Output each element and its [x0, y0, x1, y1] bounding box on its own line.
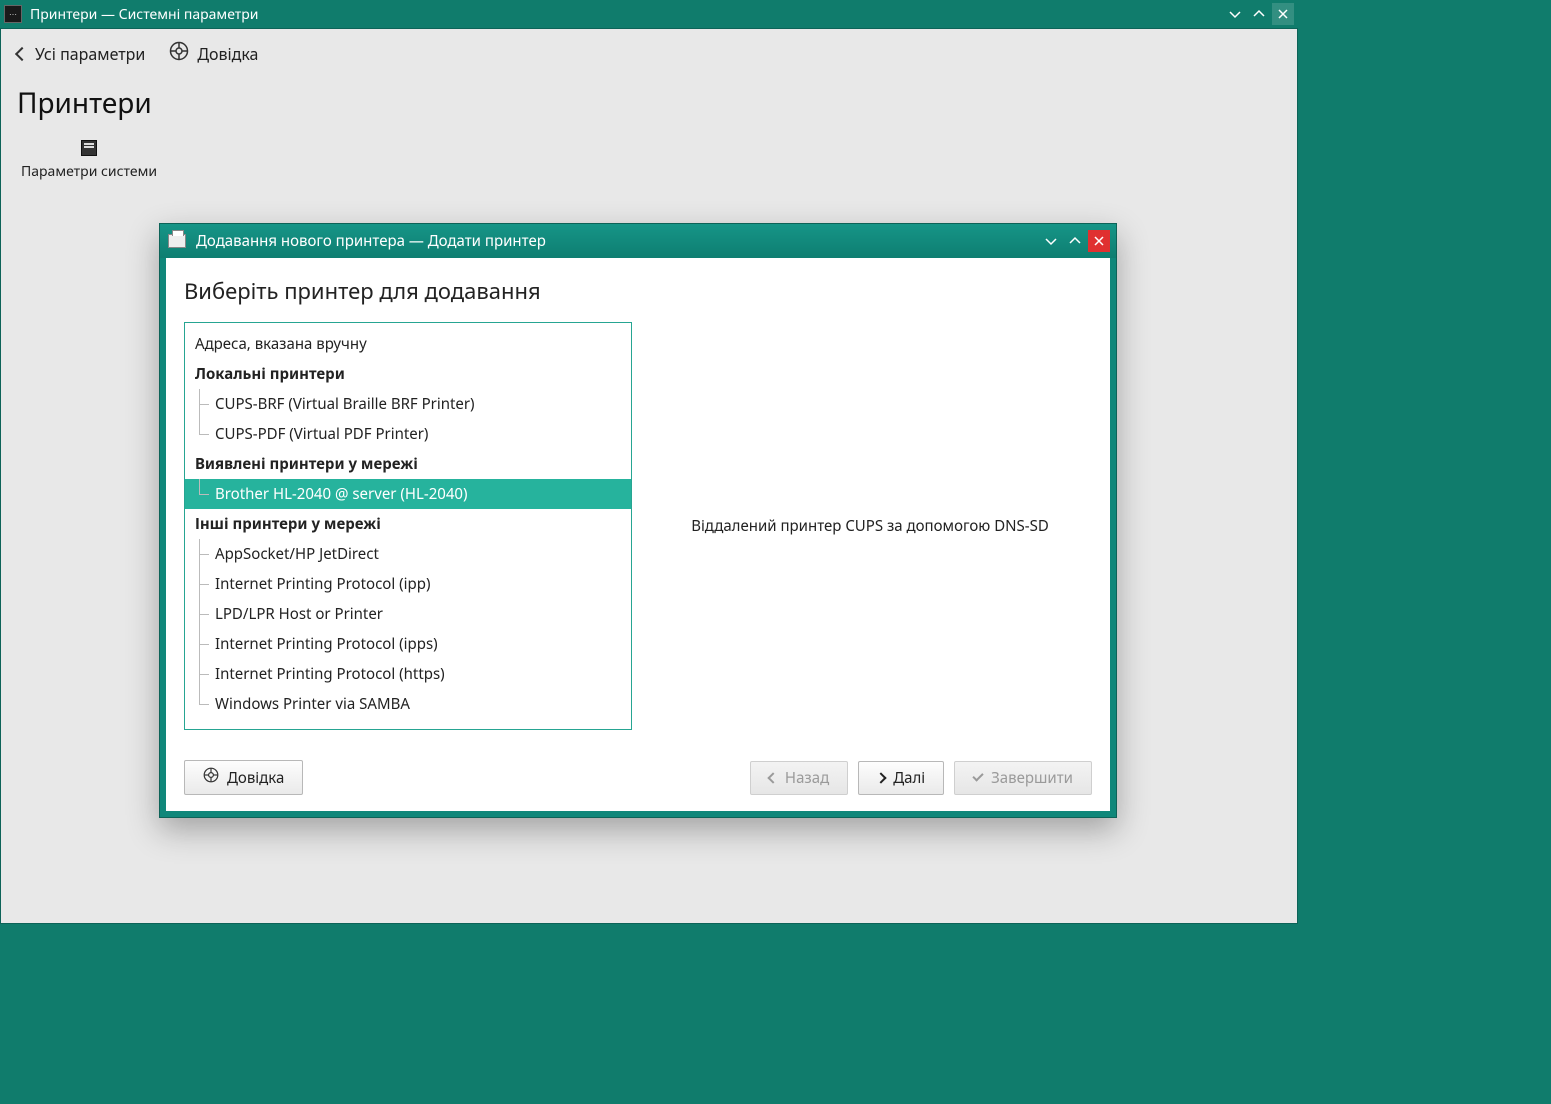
- kcm-label: Параметри системи: [21, 162, 157, 181]
- dialog-titlebar[interactable]: Додавання нового принтера — Додати принт…: [160, 224, 1116, 258]
- tree-category-local[interactable]: Локальні принтери: [185, 359, 631, 389]
- dialog-title: Додавання нового принтера — Додати принт…: [196, 231, 546, 251]
- tree-item-samba[interactable]: Windows Printer via SAMBA: [185, 689, 631, 719]
- back-button-label: Назад: [785, 768, 829, 788]
- tree-item-https[interactable]: Internet Printing Protocol (https): [185, 659, 631, 689]
- detail-text: Віддалений принтер CUPS за допомогою DNS…: [691, 516, 1049, 536]
- dialog-maximize-button[interactable]: [1064, 230, 1086, 252]
- tree-item-ipps[interactable]: Internet Printing Protocol (ipps): [185, 629, 631, 659]
- dialog-close-button[interactable]: [1088, 230, 1110, 252]
- maximize-button[interactable]: [1248, 3, 1270, 25]
- finish-button: Завершити: [954, 761, 1092, 795]
- kcm-module-icon[interactable]: Параметри системи: [1, 132, 177, 189]
- minimize-button[interactable]: [1224, 3, 1246, 25]
- toolbar: Усі параметри Довідка: [1, 29, 1297, 70]
- help-icon: [169, 41, 189, 66]
- tree-item-cups-brf[interactable]: CUPS-BRF (Virtual Braille BRF Printer): [185, 389, 631, 419]
- tree-item-ipp[interactable]: Internet Printing Protocol (ipp): [185, 569, 631, 599]
- page-title: Принтери: [1, 70, 1297, 132]
- close-button[interactable]: [1272, 3, 1294, 25]
- settings-icon: [81, 140, 97, 156]
- tree-item-lpd[interactable]: LPD/LPR Host or Printer: [185, 599, 631, 629]
- printer-tree[interactable]: Адреса, вказана вручну Локальні принтери…: [184, 322, 632, 730]
- app-icon: ⋯: [4, 5, 22, 23]
- main-window-title: Принтери — Системні параметри: [30, 5, 258, 24]
- check-icon: [972, 770, 983, 781]
- help-button-label: Довідка: [227, 768, 284, 788]
- help-button[interactable]: Довідка: [169, 41, 258, 66]
- chevron-right-icon: [876, 772, 887, 783]
- back-button: Назад: [750, 761, 848, 795]
- main-window-titlebar: ⋯ Принтери — Системні параметри: [0, 0, 1298, 28]
- back-label: Усі параметри: [35, 43, 145, 65]
- printer-icon: [168, 234, 186, 248]
- tree-category-discovered[interactable]: Виявлені принтери у мережі: [185, 449, 631, 479]
- chevron-left-icon: [767, 772, 778, 783]
- chevron-left-icon: [15, 46, 29, 60]
- help-icon: [203, 767, 219, 788]
- dialog-minimize-button[interactable]: [1040, 230, 1062, 252]
- add-printer-dialog: Додавання нового принтера — Додати принт…: [159, 223, 1117, 818]
- next-button[interactable]: Далі: [858, 761, 944, 795]
- printer-detail-panel: Віддалений принтер CUPS за допомогою DNS…: [648, 322, 1092, 730]
- main-content: Усі параметри Довідка Принтери Параметри…: [0, 28, 1298, 924]
- next-button-label: Далі: [893, 768, 925, 788]
- dialog-footer: Довідка Назад Далі Завершити: [166, 746, 1110, 811]
- help-button[interactable]: Довідка: [184, 760, 303, 795]
- tree-item-brother-hl2040[interactable]: Brother HL-2040 @ server (HL-2040): [185, 479, 631, 509]
- dialog-body: Виберіть принтер для додавання Адреса, в…: [160, 258, 1116, 817]
- tree-item-cups-pdf[interactable]: CUPS-PDF (Virtual PDF Printer): [185, 419, 631, 449]
- dialog-heading: Виберіть принтер для додавання: [184, 276, 1092, 306]
- finish-button-label: Завершити: [991, 768, 1073, 788]
- tree-item-manual-address[interactable]: Адреса, вказана вручну: [185, 329, 631, 359]
- tree-category-other[interactable]: Інші принтери у мережі: [185, 509, 631, 539]
- help-label: Довідка: [197, 43, 258, 65]
- back-all-parameters[interactable]: Усі параметри: [17, 43, 145, 65]
- tree-item-appsocket[interactable]: AppSocket/HP JetDirect: [185, 539, 631, 569]
